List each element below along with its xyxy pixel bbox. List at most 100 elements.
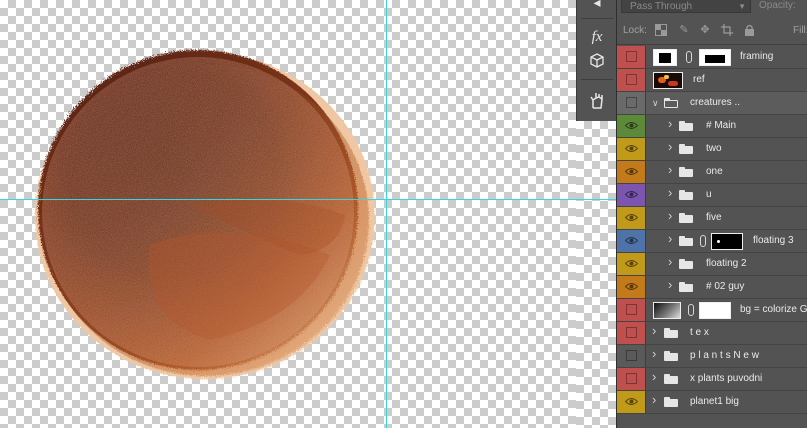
layer-row[interactable]: › one [617,161,807,184]
chevron-right-icon[interactable]: › [652,370,660,383]
layer-row[interactable]: › p l a n t s N e w [617,345,807,368]
layer-visibility-toggle[interactable] [617,184,646,206]
fill-label: Fill: [793,25,807,36]
folder-icon [679,213,693,223]
chevron-right-icon[interactable]: › [652,347,660,360]
vertical-guide[interactable] [386,0,387,428]
eye-icon [625,283,638,290]
lock-label: Lock: [623,25,647,36]
layer-row[interactable]: › u [617,184,807,207]
folder-icon [679,259,693,269]
layer-mask-thumbnail[interactable] [699,302,731,319]
layer-visibility-toggle-off[interactable] [617,299,646,321]
chevron-down-icon[interactable]: ∨ [652,98,660,108]
layer-visibility-toggle[interactable] [617,207,646,229]
layer-name: p l a n t s N e w [690,350,759,361]
horizontal-guide[interactable] [0,199,576,200]
folder-icon [679,121,693,131]
layer-row[interactable]: › planet1 big [617,391,807,414]
collapse-arrow-icon[interactable]: ◂ [585,0,609,14]
chevron-right-icon[interactable]: › [668,278,676,291]
folder-icon [664,351,678,361]
chevron-right-icon[interactable]: › [668,209,676,222]
layer-visibility-toggle-off[interactable] [617,46,646,68]
chevron-right-icon[interactable]: › [668,117,676,130]
layer-visibility-toggle-off[interactable] [617,69,646,91]
visibility-empty-box [626,327,637,338]
layer-row[interactable]: › # 02 guy [617,276,807,299]
layer-row[interactable]: bg = colorize G [617,299,807,322]
layer-visibility-toggle-off[interactable] [617,345,646,367]
lock-image-pixels-icon[interactable]: ✎ [678,24,690,36]
blend-mode-select[interactable]: Pass Through ▼ [621,0,751,13]
layer-name: u [706,189,712,200]
link-chain-icon[interactable] [686,51,692,63]
layer-visibility-toggle-off[interactable] [617,92,646,114]
layer-name: # Main [706,120,737,131]
layer-row[interactable]: › floating 3 [617,230,807,253]
gradient-map-thumbnail[interactable] [653,302,681,319]
chevron-right-icon[interactable]: › [668,140,676,153]
link-chain-icon[interactable] [700,235,706,247]
visibility-empty-box [626,350,637,361]
chevron-right-icon[interactable]: › [652,324,660,337]
3d-cube-icon[interactable] [585,49,609,73]
layer-name: framing [740,51,774,62]
layer-name: floating 3 [753,235,794,246]
layer-visibility-toggle[interactable] [617,161,646,183]
eye-icon [625,122,638,129]
layer-name: floating 2 [706,258,747,269]
layer-row[interactable]: ref [617,69,807,92]
eye-icon [625,398,638,405]
eye-icon [625,168,638,175]
layer-thumbnail[interactable] [653,49,677,66]
layer-row[interactable]: framing [617,46,807,69]
folder-icon [664,374,678,384]
visibility-empty-box [626,373,637,384]
folder-icon [664,397,678,407]
eye-icon [625,237,638,244]
layer-row[interactable]: › floating 2 [617,253,807,276]
layer-thumbnail[interactable] [653,72,683,89]
opacity-label: Opacity: [759,0,796,11]
layer-name: one [706,166,723,177]
lock-all-icon[interactable] [743,24,755,36]
link-chain-icon[interactable] [688,304,694,316]
lock-artboard-icon[interactable] [721,24,733,36]
layer-visibility-toggle[interactable] [617,138,646,160]
document-canvas[interactable] [0,0,576,428]
eye-icon [625,214,638,221]
layer-name: creatures .. [690,97,741,108]
lock-transparent-pixels-icon[interactable] [655,24,667,36]
layer-visibility-toggle[interactable] [617,276,646,298]
layer-row[interactable]: › t e x [617,322,807,345]
eye-icon [625,145,638,152]
lock-position-icon[interactable]: ✥ [699,24,711,36]
layer-name: bg = colorize G [740,304,807,315]
document-canvas-edge[interactable] [576,121,616,428]
layer-row[interactable]: ∨ creatures .. [617,92,807,115]
layer-mask-thumbnail[interactable] [699,49,731,66]
chevron-right-icon[interactable]: › [668,186,676,199]
layer-row[interactable]: › x plants puvodni [617,368,807,391]
layer-visibility-toggle[interactable] [617,253,646,275]
fx-icon[interactable]: fx [585,25,609,49]
layer-visibility-toggle[interactable] [617,115,646,137]
layer-visibility-toggle[interactable] [617,230,646,252]
eye-icon [625,191,638,198]
layer-row[interactable]: › five [617,207,807,230]
chevron-right-icon[interactable]: › [668,232,676,245]
layer-row[interactable]: › # Main [617,115,807,138]
folder-open-icon [664,98,678,108]
chevron-right-icon[interactable]: › [668,255,676,268]
layer-visibility-toggle[interactable] [617,391,646,413]
layer-row[interactable]: › two [617,138,807,161]
folder-icon [679,144,693,154]
eye-icon [625,260,638,267]
layer-visibility-toggle-off[interactable] [617,322,646,344]
puppet-warp-icon[interactable] [585,88,609,112]
chevron-right-icon[interactable]: › [668,163,676,176]
chevron-right-icon[interactable]: › [652,393,660,406]
layer-mask-thumbnail[interactable] [711,233,743,250]
layer-visibility-toggle-off[interactable] [617,368,646,390]
